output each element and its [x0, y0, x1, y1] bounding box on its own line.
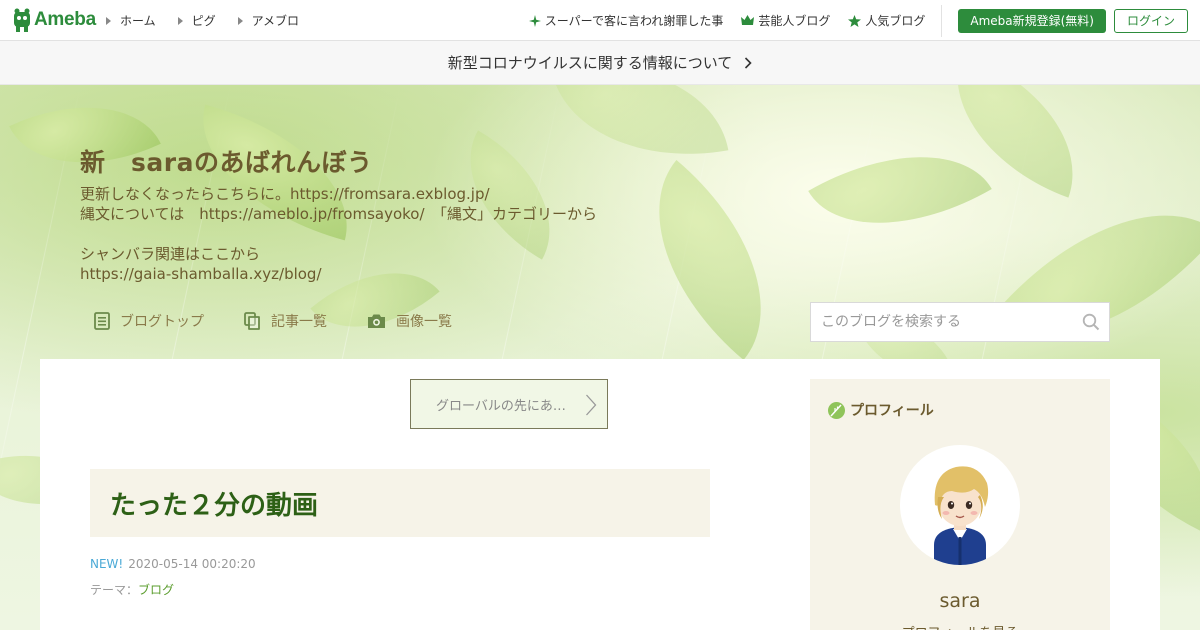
copy-icon — [244, 312, 260, 330]
top-nav-pigg[interactable]: ピグ — [177, 12, 216, 29]
ameba-logo-icon — [14, 8, 30, 32]
blog-description-line: シャンバラ関連はここから — [80, 245, 261, 263]
chevron-right-icon — [745, 56, 752, 69]
ameba-logo[interactable]: Ameba — [12, 7, 96, 33]
blog-nav-image-list[interactable]: 画像一覧 — [367, 311, 452, 331]
new-badge: NEW! — [90, 557, 124, 571]
profile-heading: プロフィール — [827, 400, 934, 420]
blog-description: 更新しなくなったらこちらに。https://fromsara.exblog.jp… — [80, 184, 597, 284]
next-entry-button[interactable]: グローバルの先にあ… — [410, 379, 608, 429]
triangle-right-icon — [177, 16, 183, 25]
ameba-logo-text: Ameba — [34, 9, 96, 30]
profile-heading-label: プロフィール — [850, 403, 934, 419]
avatar[interactable] — [900, 445, 1020, 565]
entry-theme-link[interactable]: ブログ — [138, 583, 174, 597]
triangle-right-icon — [106, 16, 111, 25]
top-nav-label: アメブロ — [251, 14, 300, 28]
blog-search-input[interactable] — [811, 303, 1073, 341]
trending-topic-label: スーパーで客に言われ謝罪した事 — [544, 14, 724, 28]
leaf-icon — [828, 401, 845, 419]
blog-nav-label: ブログトップ — [120, 314, 204, 330]
register-button[interactable]: Ameba新規登録(無料) — [958, 8, 1106, 33]
chevron-right-icon — [586, 394, 597, 416]
crown-icon — [741, 15, 755, 25]
camera-icon — [368, 314, 385, 328]
top-nav-home[interactable]: ホーム — [106, 12, 156, 29]
top-nav: ホーム ピグ アメブロ — [106, 12, 321, 29]
star-icon — [848, 14, 862, 27]
celebrity-blog-link[interactable]: 芸能人ブログ — [741, 12, 830, 29]
blog-nav-top[interactable]: ブログトップ — [94, 311, 204, 331]
top-nav-label: ホーム — [120, 14, 156, 28]
blog-nav-entry-list[interactable]: 記事一覧 — [244, 311, 327, 331]
blog-nav-label: 記事一覧 — [271, 314, 327, 330]
top-nav-ameblo[interactable]: アメブロ — [237, 12, 300, 29]
entry-meta: NEW! 2020-05-14 00:20:20 — [90, 557, 256, 571]
login-button[interactable]: ログイン — [1114, 8, 1188, 33]
ameba-header: Ameba ホーム ピグ アメブロ スーパーで客に言われ謝罪した事 芸能人ブログ — [0, 0, 1200, 41]
blog-nav: ブログトップ 記事一覧 画像一覧 — [94, 311, 492, 331]
triangle-right-icon — [237, 16, 243, 25]
covid-notice-text: 新型コロナウイルスに関する情報について — [447, 54, 733, 72]
trending-topic-link[interactable]: スーパーで客に言われ謝罪した事 — [528, 12, 724, 29]
header-divider — [941, 4, 943, 37]
entry-header: たった２分の動画 — [90, 469, 710, 537]
sparkle-icon — [528, 14, 541, 27]
popular-blog-label: 人気ブログ — [865, 14, 926, 28]
celebrity-blog-label: 芸能人ブログ — [758, 14, 831, 28]
entry-theme: テーマ：ブログ — [90, 581, 174, 598]
document-icon — [94, 312, 110, 330]
next-entry-label: グローバルの先にあ… — [436, 398, 566, 414]
blog-description-line: https://gaia-shamballa.xyz/blog/ — [80, 265, 322, 283]
entry-title[interactable]: たった２分の動画 — [110, 485, 318, 522]
blog-description-line: 更新しなくなったらこちらに。https://fromsara.exblog.jp… — [80, 185, 490, 203]
profile-widget: プロフィール sara プロフィールを見る — [810, 379, 1110, 630]
top-nav-label: ピグ — [191, 14, 216, 28]
search-icon[interactable] — [1073, 303, 1109, 341]
blog-description-line — [80, 224, 597, 244]
header-right: スーパーで客に言われ謝罪した事 芸能人ブログ 人気ブログ Ameba新規登録(無… — [528, 4, 1200, 37]
blog-search — [810, 302, 1110, 342]
popular-blog-link[interactable]: 人気ブログ — [848, 12, 925, 29]
entry-date: 2020-05-14 00:20:20 — [128, 557, 256, 571]
profile-name[interactable]: sara — [810, 590, 1110, 612]
blog-nav-label: 画像一覧 — [396, 314, 452, 330]
blog-description-line: 縄文については https://ameblo.jp/fromsayoko/ 「縄… — [80, 205, 598, 223]
entry-theme-label: テーマ： — [90, 583, 139, 597]
blog-title[interactable]: 新 saraのあばれんぼう — [80, 143, 372, 179]
profile-more-link[interactable]: プロフィールを見る — [810, 622, 1110, 630]
covid-notice-bar[interactable]: 新型コロナウイルスに関する情報について — [0, 41, 1200, 85]
